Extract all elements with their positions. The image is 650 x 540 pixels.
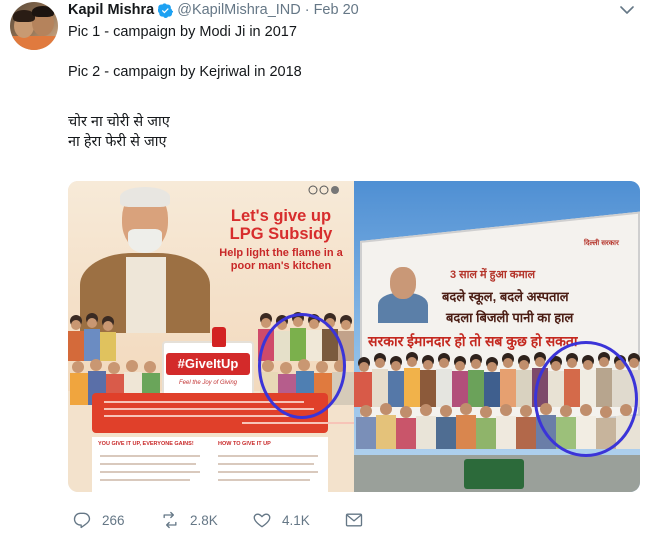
tweet-text-line: Pic 1 - campaign by Modi Ji in 2017 <box>68 24 297 40</box>
info-panel-left-heading: YOU GIVE IT UP, EVERYONE GAINS! <box>98 441 194 447</box>
user-handle[interactable]: @KapilMishra_IND <box>177 2 301 18</box>
billboard-line-1: 3 साल में हुआ कमाल <box>450 269 536 281</box>
tweet[interactable]: Kapil Mishra @KapilMishra_IND · Feb 20 P… <box>0 0 650 540</box>
sign-board <box>464 459 524 489</box>
tweet-text: Pic 1 - campaign by Modi Ji in 2017 Pic … <box>68 22 628 152</box>
envelope-icon <box>345 513 363 527</box>
retweet-count: 2.8K <box>190 512 218 528</box>
info-panel-right-heading: HOW TO GIVE IT UP <box>218 441 271 447</box>
lpg-cylinder-icon <box>212 327 226 347</box>
tweet-header: Kapil Mishra @KapilMishra_IND · Feb 20 <box>68 0 359 20</box>
billboard-line-2: बदले स्कूल, बदले अस्पताल <box>442 289 569 304</box>
avatar[interactable] <box>10 2 58 50</box>
display-name[interactable]: Kapil Mishra <box>68 2 154 18</box>
tagline: Feel the Joy of Giving <box>178 380 238 386</box>
chevron-down-icon[interactable] <box>620 5 634 15</box>
tweet-text-line: Pic 2 - campaign by Kejriwal in 2018 <box>68 64 302 80</box>
tweet-text-line: ना हेरा फेरी से जाए <box>68 134 167 150</box>
media-grid: Let's give up LPG Subsidy Help light the… <box>68 181 640 492</box>
highlight-circle <box>534 341 638 457</box>
like-count: 4.1K <box>282 512 310 528</box>
logo-icons <box>308 185 339 195</box>
billboard-logo: दिल्ली सरकार <box>584 240 619 247</box>
like-button[interactable]: 4.1K <box>252 508 310 532</box>
retweet-icon <box>163 511 177 529</box>
giveitup-hashtag: #GiveItUp <box>166 353 250 375</box>
direct-message-button[interactable] <box>344 508 374 532</box>
ad-subtitle: Help light the flame in a poor man's kit… <box>219 247 343 272</box>
heart-icon <box>253 513 271 528</box>
highlight-circle <box>258 313 346 419</box>
reply-count: 266 <box>102 512 125 528</box>
reply-icon <box>73 512 91 529</box>
verified-badge-icon <box>158 2 174 18</box>
reply-button[interactable]: 266 <box>72 508 125 532</box>
media-image-2[interactable]: दिल्ली सरकार 3 साल में हुआ कमाल बदले स्क… <box>354 181 640 492</box>
media-image-1[interactable]: Let's give up LPG Subsidy Help light the… <box>68 181 354 492</box>
billboard-line-3: बदला बिजली पानी का हाल <box>446 310 574 325</box>
separator-dot: · <box>304 2 310 18</box>
tweet-actions: 266 2.8K 4.1K <box>68 508 488 532</box>
tweet-text-line: चोर ना चोरी से जाए <box>68 114 170 130</box>
ad-title: Let's give up LPG Subsidy <box>229 207 333 243</box>
retweet-button[interactable]: 2.8K <box>160 508 218 532</box>
tweet-date[interactable]: Feb 20 <box>314 2 359 18</box>
